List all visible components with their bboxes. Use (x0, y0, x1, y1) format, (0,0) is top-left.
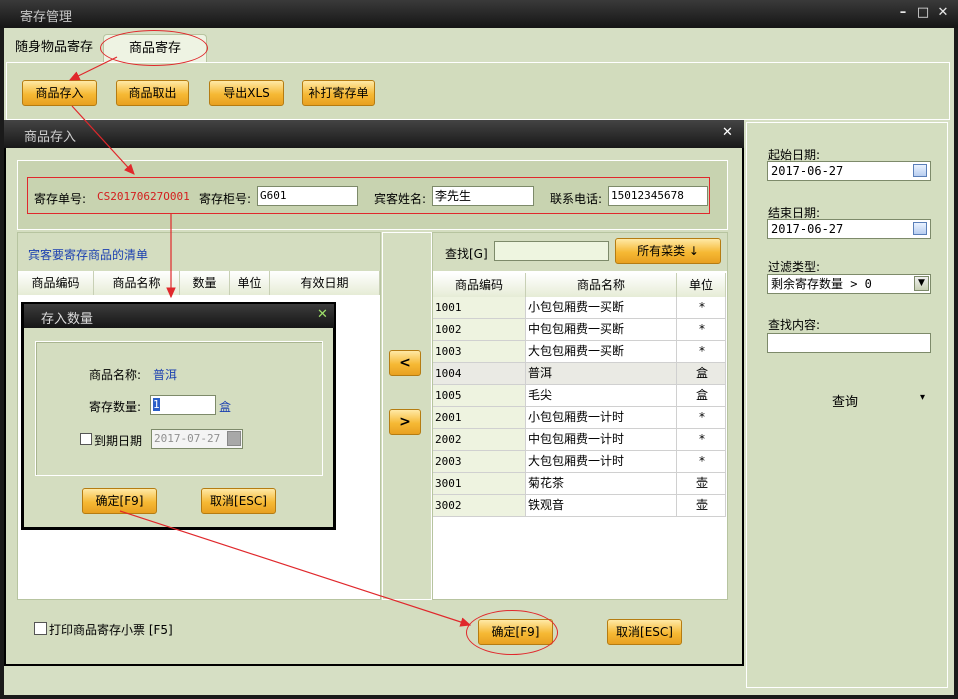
annotation-arrows (68, 56, 472, 627)
